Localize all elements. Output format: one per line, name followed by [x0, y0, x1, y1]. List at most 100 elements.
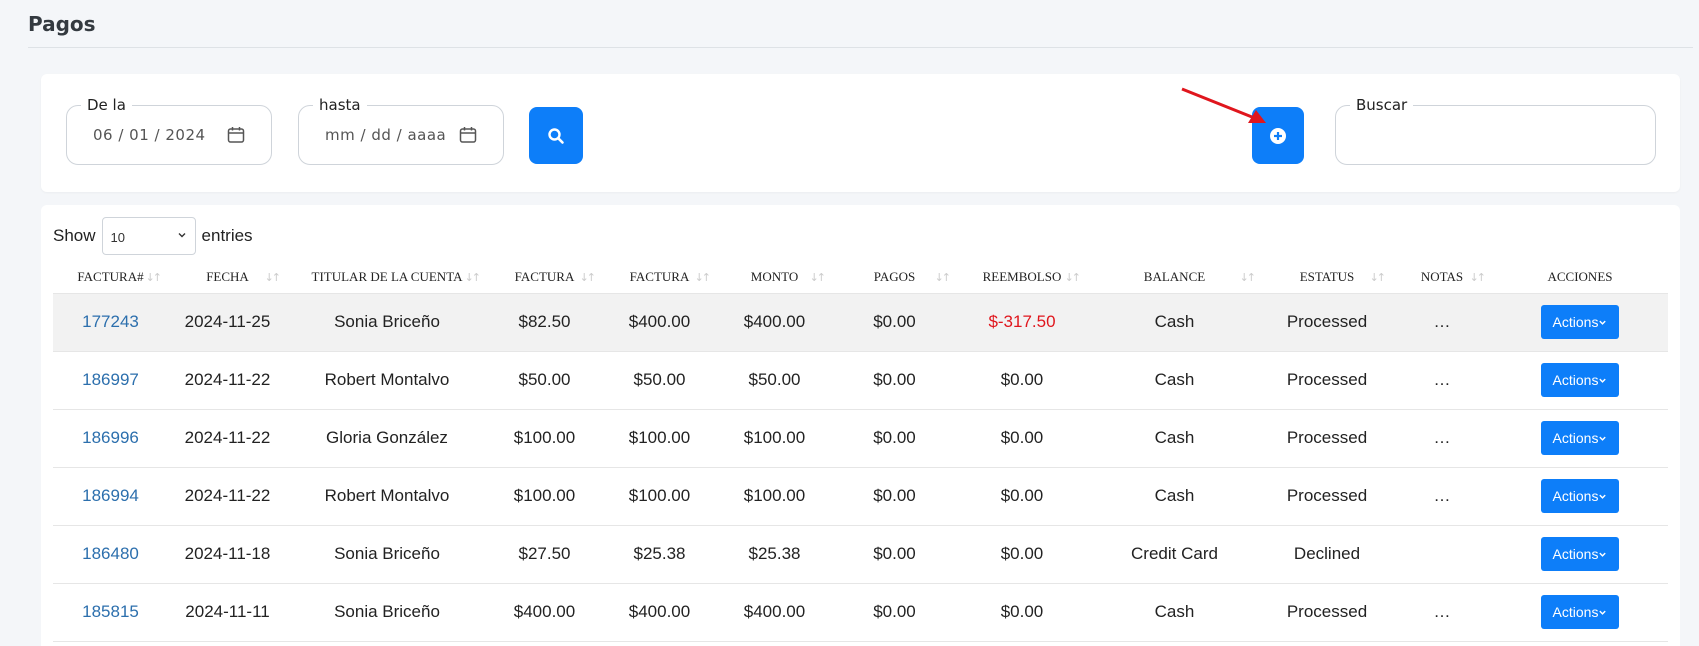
- col-header[interactable]: FECHA ↓↑: [168, 261, 287, 294]
- cell-reembolso: $0.00: [957, 467, 1087, 526]
- calendar-icon[interactable]: [459, 126, 477, 149]
- actions-dropdown-button[interactable]: Actions: [1540, 537, 1620, 571]
- red-arrow-annotation: [1181, 87, 1266, 123]
- cell-fecha: 2024-11-11: [168, 583, 287, 642]
- table-row: 177243 2024-11-25 Sonia Briceño $82.50 $400.…: [53, 293, 1668, 352]
- col-header[interactable]: REEMBOLSO ↓↑: [957, 261, 1087, 294]
- page-size-value: 10: [110, 230, 125, 245]
- table-row: 186996 2024-11-22 Gloria González $100.00 $1…: [53, 409, 1668, 468]
- cell-monto: $100.00: [717, 467, 832, 526]
- sort-icon: ↓↑: [579, 271, 597, 284]
- actions-label: Actions: [1552, 372, 1599, 388]
- cell-fecha: 2024-11-25: [168, 293, 287, 352]
- cell-factura[interactable]: 186480: [53, 525, 168, 584]
- table-row: 185815 2024-11-11 Sonia Briceño $400.00 $400…: [53, 583, 1668, 642]
- cell-factura2: $400.00: [602, 293, 717, 352]
- cell-factura[interactable]: 186997: [53, 351, 168, 410]
- cell-factura2: $100.00: [602, 467, 717, 526]
- actions-label: Actions: [1552, 430, 1599, 446]
- cell-titular: Sonia Briceño: [287, 525, 487, 584]
- cell-estatus: Processed: [1262, 351, 1392, 410]
- cell-estatus: Declined: [1262, 525, 1392, 584]
- cell-factura[interactable]: 186994: [53, 467, 168, 526]
- col-header[interactable]: FACTURA ↓↑: [602, 261, 717, 294]
- cell-notas: …: [1392, 467, 1492, 526]
- cell-pagos: $0.00: [832, 409, 957, 468]
- cell-notas: …: [1392, 293, 1492, 352]
- actions-dropdown-button[interactable]: Actions: [1540, 479, 1620, 513]
- table-row: 186997 2024-11-22 Robert Montalvo $50.00 $50…: [53, 351, 1668, 410]
- cell-reembolso: $0.00: [957, 525, 1087, 584]
- cell-titular: Robert Montalvo: [287, 467, 487, 526]
- table-header-row: FACTURA# ↓↑ FECHA ↓↑ TITULAR DE LA CUENTA ↓…: [53, 261, 1668, 294]
- col-header: ACCIONES: [1492, 261, 1668, 294]
- calendar-icon[interactable]: [227, 126, 245, 149]
- cell-monto: $25.38: [717, 525, 832, 584]
- cell-fecha: 2024-11-22: [168, 351, 287, 410]
- sort-icon: ↓↑: [145, 271, 163, 284]
- cell-pagos: $0.00: [832, 525, 957, 584]
- cell-balance: Cash: [1087, 351, 1262, 410]
- chevron-down-icon: [1599, 494, 1607, 499]
- cell-pagos: $0.00: [832, 467, 957, 526]
- sort-icon: ↓↑: [1239, 271, 1257, 284]
- col-header[interactable]: TITULAR DE LA CUENTA ↓↑: [287, 261, 487, 294]
- col-header[interactable]: BALANCE ↓↑: [1087, 261, 1262, 294]
- cell-balance: Cash: [1087, 467, 1262, 526]
- chevron-down-icon: [1599, 378, 1607, 383]
- cell-actions: Actions: [1492, 409, 1668, 468]
- col-header[interactable]: ESTATUS ↓↑: [1262, 261, 1392, 294]
- date-to-value[interactable]: mm / dd / aaaa: [325, 126, 446, 144]
- cell-actions: Actions: [1492, 467, 1668, 526]
- cell-monto: $400.00: [717, 583, 832, 642]
- cell-factura2: $100.00: [602, 409, 717, 468]
- col-header[interactable]: MONTO ↓↑: [717, 261, 832, 294]
- cell-pagos: $0.00: [832, 351, 957, 410]
- cell-factura[interactable]: 186996: [53, 409, 168, 468]
- cell-titular: Gloria González: [287, 409, 487, 468]
- sort-icon: ↓↑: [1369, 271, 1387, 284]
- payments-table-card: Show 10 entries FACTURA# ↓↑ FECHA ↓↑ TITUL…: [41, 205, 1680, 646]
- col-header[interactable]: FACTURA# ↓↑: [53, 261, 168, 294]
- chevron-down-icon: [178, 233, 186, 238]
- show-label: Show: [53, 226, 96, 245]
- page-size-select[interactable]: 10: [101, 217, 196, 255]
- cell-notas: [1392, 525, 1492, 584]
- cell-titular: Robert Montalvo: [287, 351, 487, 410]
- sort-icon: ↓↑: [264, 271, 282, 284]
- col-header[interactable]: FACTURA ↓↑: [487, 261, 602, 294]
- date-to-field[interactable]: hasta mm / dd / aaaa: [298, 96, 504, 165]
- cell-balance: Cash: [1087, 293, 1262, 352]
- date-from-field[interactable]: De la 06 / 01 / 2024: [66, 96, 272, 165]
- cell-balance: Credit Card: [1087, 525, 1262, 584]
- cell-factura2: $25.38: [602, 525, 717, 584]
- entries-label: entries: [201, 226, 253, 245]
- cell-factura[interactable]: 185815: [53, 583, 168, 642]
- actions-dropdown-button[interactable]: Actions: [1540, 595, 1620, 629]
- actions-dropdown-button[interactable]: Actions: [1540, 305, 1620, 339]
- cell-reembolso: $0.00: [957, 409, 1087, 468]
- actions-dropdown-button[interactable]: Actions: [1540, 421, 1620, 455]
- col-header[interactable]: NOTAS ↓↑: [1392, 261, 1492, 294]
- cell-reembolso: $0.00: [957, 583, 1087, 642]
- search-button[interactable]: [529, 107, 583, 164]
- filter-card: De la 06 / 01 / 2024 hasta mm / dd / aaa…: [41, 74, 1680, 192]
- cell-actions: Actions: [1492, 351, 1668, 410]
- sort-icon: ↓↑: [809, 271, 827, 284]
- page-size-control: Show 10 entries: [53, 217, 253, 255]
- cell-notas: …: [1392, 409, 1492, 468]
- search-field[interactable]: Buscar: [1335, 96, 1656, 165]
- sort-icon: ↓↑: [1064, 271, 1082, 284]
- cell-balance: Cash: [1087, 409, 1262, 468]
- cell-estatus: Processed: [1262, 293, 1392, 352]
- actions-dropdown-button[interactable]: Actions: [1540, 363, 1620, 397]
- cell-factura1: $100.00: [487, 467, 602, 526]
- date-from-value[interactable]: 06 / 01 / 2024: [93, 126, 206, 144]
- plus-circle-icon: [1270, 127, 1286, 144]
- cell-monto: $400.00: [717, 293, 832, 352]
- cell-notas: …: [1392, 583, 1492, 642]
- cell-factura[interactable]: 177243: [53, 293, 168, 352]
- actions-label: Actions: [1552, 604, 1599, 620]
- sort-icon: ↓↑: [464, 271, 482, 284]
- col-header[interactable]: PAGOS ↓↑: [832, 261, 957, 294]
